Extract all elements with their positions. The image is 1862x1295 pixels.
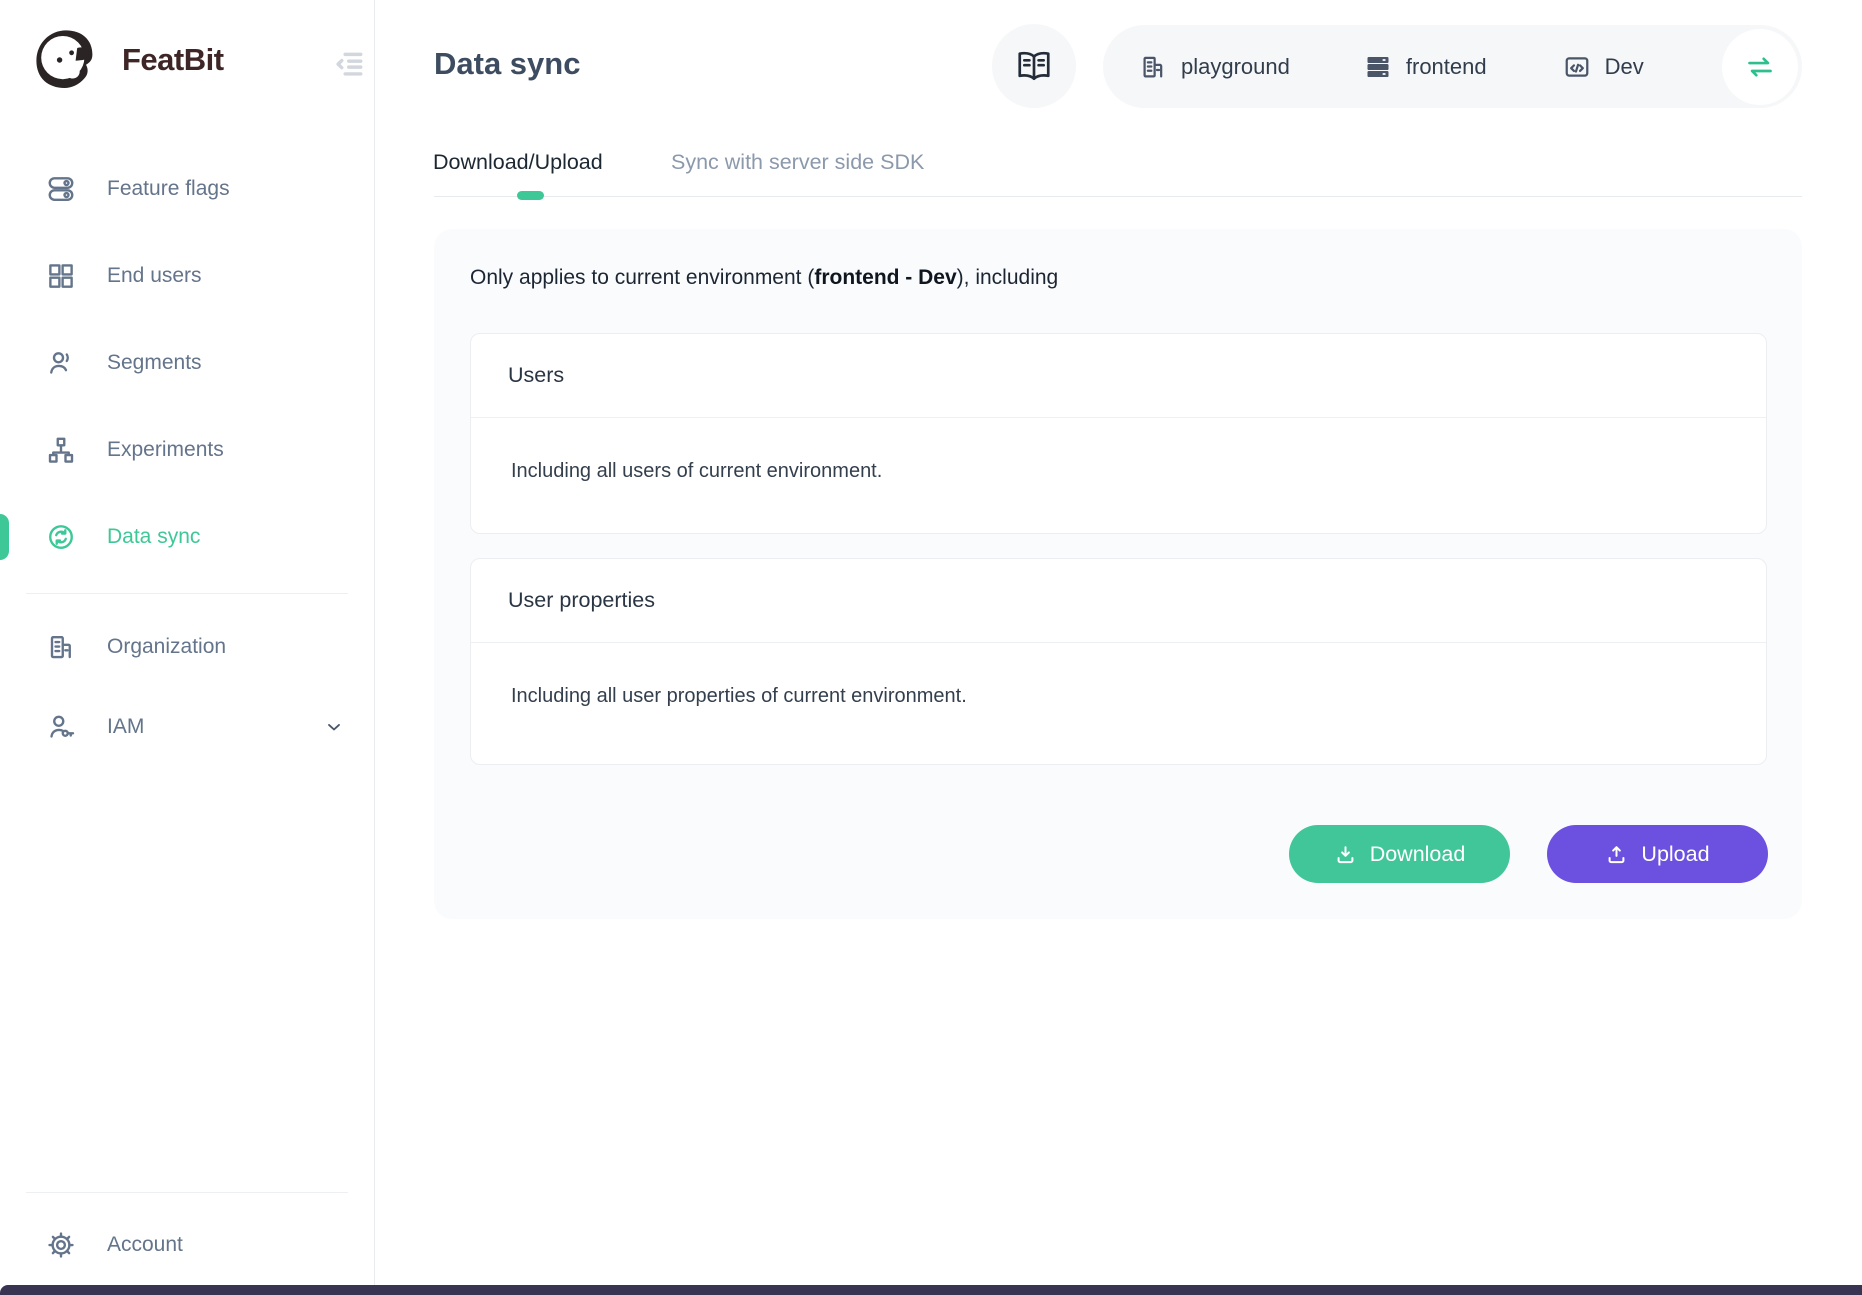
sidebar-item-label: Account — [107, 1233, 183, 1257]
segments-user-icon — [46, 348, 76, 378]
iam-user-key-icon — [46, 712, 76, 742]
environment-note-highlight: frontend - Dev — [814, 266, 956, 289]
sidebar-item-label: Feature flags — [107, 177, 230, 201]
product-label: frontend — [1406, 54, 1487, 80]
swap-arrows-icon — [1743, 50, 1777, 84]
product-selector[interactable]: frontend — [1364, 53, 1487, 81]
download-upload-panel: Only applies to current environment (fro… — [434, 229, 1802, 919]
sidebar-item-label: Organization — [107, 635, 226, 659]
sidebar-item-iam[interactable]: IAM — [0, 687, 374, 767]
sidebar-item-account[interactable]: Account — [0, 1205, 374, 1285]
user-properties-card: User properties Including all user prope… — [470, 558, 1767, 765]
users-card-title: Users — [471, 334, 1766, 418]
featbit-panda-logo-icon — [24, 24, 108, 96]
sidebar-divider — [26, 593, 348, 594]
tab-sync-server-sdk[interactable]: Sync with server side SDK — [671, 150, 924, 175]
organization-building-icon — [46, 632, 76, 662]
environment-note: Only applies to current environment (fro… — [470, 266, 1058, 290]
sidebar-item-end-users[interactable]: End users — [0, 232, 374, 319]
end-users-grid-icon — [46, 261, 76, 291]
users-card: Users Including all users of current env… — [470, 333, 1767, 534]
documentation-button[interactable] — [992, 24, 1076, 108]
download-icon — [1334, 843, 1357, 866]
sidebar-item-segments[interactable]: Segments — [0, 319, 374, 406]
sidebar-item-organization[interactable]: Organization — [0, 607, 374, 687]
building-icon — [1139, 53, 1167, 81]
experiments-sitemap-icon — [46, 435, 76, 465]
feature-flags-toggles-icon — [46, 174, 76, 204]
server-stack-icon — [1364, 53, 1392, 81]
main-content: Data sync playground — [376, 0, 1862, 1295]
sidebar-item-label: Segments — [107, 351, 202, 375]
bottom-widget-bar — [0, 1285, 1862, 1295]
project-label: playground — [1181, 54, 1290, 80]
active-nav-indicator — [0, 514, 9, 560]
sidebar: FeatBit Feature flags — [0, 0, 375, 1295]
chevron-down-icon — [324, 717, 344, 737]
users-card-description: Including all users of current environme… — [471, 418, 1766, 525]
scope-selector-bar: playground frontend — [1103, 25, 1802, 108]
gear-icon — [46, 1230, 76, 1260]
environment-selector[interactable]: Dev — [1563, 53, 1644, 81]
sidebar-item-label: Data sync — [107, 525, 200, 549]
sidebar-item-label: Experiments — [107, 438, 224, 462]
download-button[interactable]: Download — [1289, 825, 1510, 883]
sidebar-item-data-sync[interactable]: Data sync — [0, 493, 374, 580]
tab-download-upload[interactable]: Download/Upload — [433, 150, 603, 175]
upload-icon — [1605, 843, 1628, 866]
book-icon — [1015, 47, 1053, 85]
sidebar-footer: Account — [0, 1192, 374, 1285]
tabs-divider — [434, 196, 1802, 197]
sidebar-item-feature-flags[interactable]: Feature flags — [0, 145, 374, 232]
switch-environment-button[interactable] — [1722, 29, 1798, 105]
code-window-icon — [1563, 53, 1591, 81]
user-properties-card-title: User properties — [471, 559, 1766, 643]
sidebar-item-experiments[interactable]: Experiments — [0, 406, 374, 493]
environment-label: Dev — [1605, 54, 1644, 80]
upload-button[interactable]: Upload — [1547, 825, 1768, 883]
sidebar-divider — [26, 1192, 348, 1193]
sidebar-item-label: End users — [107, 264, 202, 288]
brand-logo[interactable]: FeatBit — [24, 24, 224, 96]
data-sync-icon — [46, 522, 76, 552]
collapse-sidebar-icon[interactable] — [327, 44, 369, 84]
featbit-app: FeatBit Feature flags — [0, 0, 1862, 1295]
sidebar-nav: Feature flags End users Segments — [0, 145, 374, 767]
download-button-label: Download — [1370, 842, 1466, 867]
page-title: Data sync — [434, 46, 580, 82]
project-selector[interactable]: playground — [1139, 53, 1290, 81]
active-tab-indicator — [517, 191, 544, 200]
upload-button-label: Upload — [1641, 842, 1709, 867]
brand-name: FeatBit — [122, 42, 224, 78]
user-properties-card-description: Including all user properties of current… — [471, 643, 1766, 750]
sidebar-item-label: IAM — [107, 715, 144, 739]
